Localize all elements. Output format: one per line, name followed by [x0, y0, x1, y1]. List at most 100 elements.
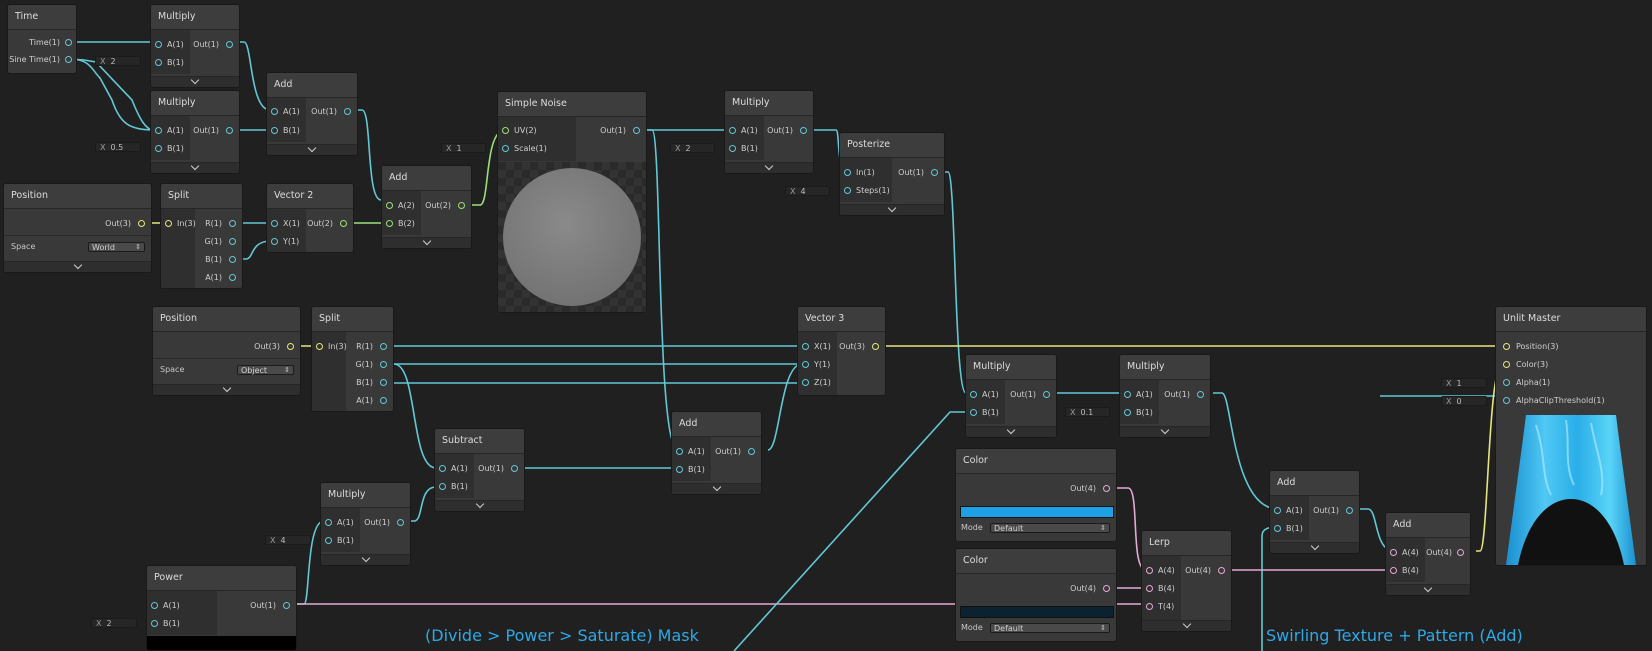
chevron-down-icon[interactable] [73, 260, 82, 270]
output-port[interactable] [511, 465, 518, 472]
input-port[interactable] [970, 391, 977, 398]
chevron-down-icon[interactable] [422, 236, 431, 246]
lerp-node[interactable]: Lerp A(4) B(4) T(4) Out(4) [1141, 530, 1232, 632]
input-port[interactable] [271, 220, 278, 227]
input-port[interactable] [1274, 525, 1281, 532]
chevron-down-icon[interactable] [887, 203, 897, 213]
output-port[interactable] [340, 220, 347, 227]
chevron-down-icon[interactable] [1160, 425, 1170, 435]
output-port[interactable] [229, 274, 236, 281]
input-port[interactable] [386, 202, 393, 209]
output-port[interactable] [1457, 549, 1464, 556]
chevron-down-icon[interactable] [222, 383, 231, 393]
output-port[interactable] [229, 238, 236, 245]
chevron-down-icon[interactable] [190, 75, 200, 85]
input-port[interactable] [155, 41, 162, 48]
output-port[interactable] [931, 169, 938, 176]
output-port[interactable] [1197, 391, 1204, 398]
chevron-down-icon[interactable] [1182, 619, 1191, 629]
input-port[interactable] [1503, 379, 1510, 386]
input-port[interactable] [386, 220, 393, 227]
output-port[interactable] [380, 361, 387, 368]
chevron-down-icon[interactable] [764, 161, 774, 171]
input-port[interactable] [165, 220, 172, 227]
output-port[interactable] [1218, 567, 1225, 574]
mode-dropdown[interactable]: Default [990, 623, 1110, 633]
output-port[interactable] [748, 448, 755, 455]
simple-noise-node[interactable]: Simple Noise UV(2) Scale(1) Out(1) [497, 91, 647, 313]
add-node-4[interactable]: Add A(1) B(1) Out(1) [1269, 470, 1360, 554]
input-port[interactable] [271, 108, 278, 115]
output-port[interactable] [1346, 507, 1353, 514]
position-node-2[interactable]: Position Out(3) Space Object [152, 306, 301, 396]
input-port[interactable] [1146, 585, 1153, 592]
input-port[interactable] [325, 519, 332, 526]
noise-scale-field[interactable]: X1 [441, 143, 486, 153]
master-alpha-field[interactable]: X1 [1441, 378, 1487, 388]
chevron-down-icon[interactable] [361, 553, 370, 563]
multiply-node-5[interactable]: Multiply A(1) B(1) Out(1) [965, 354, 1057, 438]
multiply-1-b-field[interactable]: X2 [95, 56, 141, 66]
input-port[interactable] [1146, 567, 1153, 574]
input-port[interactable] [1390, 549, 1397, 556]
input-port[interactable] [1124, 391, 1131, 398]
multiply-4-b-field[interactable]: X4 [265, 535, 311, 545]
add-node-5[interactable]: Add A(4) B(4) Out(4) [1385, 512, 1471, 596]
output-port[interactable] [800, 127, 807, 134]
multiply-node-1[interactable]: Multiply A(1) B(1) Out(1) [150, 4, 240, 88]
chevron-down-icon[interactable] [190, 161, 200, 171]
input-port[interactable] [316, 343, 323, 350]
chevron-down-icon[interactable] [1423, 583, 1433, 593]
chevron-down-icon[interactable] [307, 143, 317, 153]
output-port[interactable] [229, 256, 236, 263]
input-port[interactable] [1503, 343, 1510, 350]
space-dropdown[interactable]: World [88, 242, 145, 252]
color-node-2[interactable]: Color Out(4) Mode Default [955, 548, 1117, 642]
output-port[interactable] [226, 41, 233, 48]
output-port[interactable] [380, 397, 387, 404]
input-port[interactable] [1390, 567, 1397, 574]
input-port[interactable] [271, 238, 278, 245]
unlit-master-node[interactable]: Unlit Master Position(3) Color(3) Alpha(… [1495, 306, 1647, 566]
input-port[interactable] [844, 169, 851, 176]
input-port[interactable] [502, 145, 509, 152]
output-port[interactable] [380, 379, 387, 386]
time-node[interactable]: Time Time(1) Sine Time(1) [7, 4, 77, 74]
input-port[interactable] [155, 127, 162, 134]
input-port[interactable] [151, 620, 158, 627]
power-node[interactable]: Power A(1) B(1) Out(1) [146, 565, 297, 651]
chevron-down-icon[interactable] [1006, 425, 1016, 435]
output-port[interactable] [229, 220, 236, 227]
vector3-node[interactable]: Vector 3 X(1) Y(1) Z(1) Out(3) [797, 306, 886, 396]
input-port[interactable] [155, 59, 162, 66]
input-port[interactable] [729, 145, 736, 152]
add-node-3[interactable]: Add A(1) B(1) Out(1) [671, 411, 762, 495]
output-port[interactable] [872, 343, 879, 350]
multiply-node-6[interactable]: Multiply A(1) B(1) Out(1) [1119, 354, 1211, 438]
input-port[interactable] [1146, 603, 1153, 610]
input-port[interactable] [802, 361, 809, 368]
input-port[interactable] [729, 127, 736, 134]
shader-graph-canvas[interactable]: Time Time(1) Sine Time(1) Multiply A(1) … [0, 0, 1652, 651]
input-port[interactable] [1503, 397, 1510, 404]
input-port[interactable] [439, 465, 446, 472]
output-port[interactable] [633, 127, 640, 134]
input-port[interactable] [439, 483, 446, 490]
output-port[interactable] [65, 39, 72, 46]
output-port[interactable] [283, 602, 290, 609]
output-port[interactable] [138, 220, 145, 227]
posterize-steps-field[interactable]: X4 [785, 186, 830, 196]
color-swatch[interactable] [960, 606, 1114, 618]
multiply-node-2[interactable]: Multiply A(1) B(1) Out(1) [150, 90, 240, 174]
input-port[interactable] [1124, 409, 1131, 416]
output-port[interactable] [1103, 585, 1110, 592]
color-node-1[interactable]: Color Out(4) Mode Default [955, 448, 1117, 542]
input-port[interactable] [802, 343, 809, 350]
posterize-node[interactable]: Posterize In(1) Steps(1) Out(1) [839, 132, 945, 216]
mode-dropdown[interactable]: Default [990, 523, 1110, 533]
master-clip-field[interactable]: X0 [1441, 396, 1487, 406]
subtract-node[interactable]: Subtract A(1) B(1) Out(1) [434, 428, 525, 512]
chevron-down-icon[interactable] [475, 499, 484, 509]
vector2-node[interactable]: Vector 2 X(1) Y(1) Out(2) [266, 183, 354, 253]
multiply-node-3[interactable]: Multiply A(1) B(1) Out(1) [724, 90, 814, 174]
